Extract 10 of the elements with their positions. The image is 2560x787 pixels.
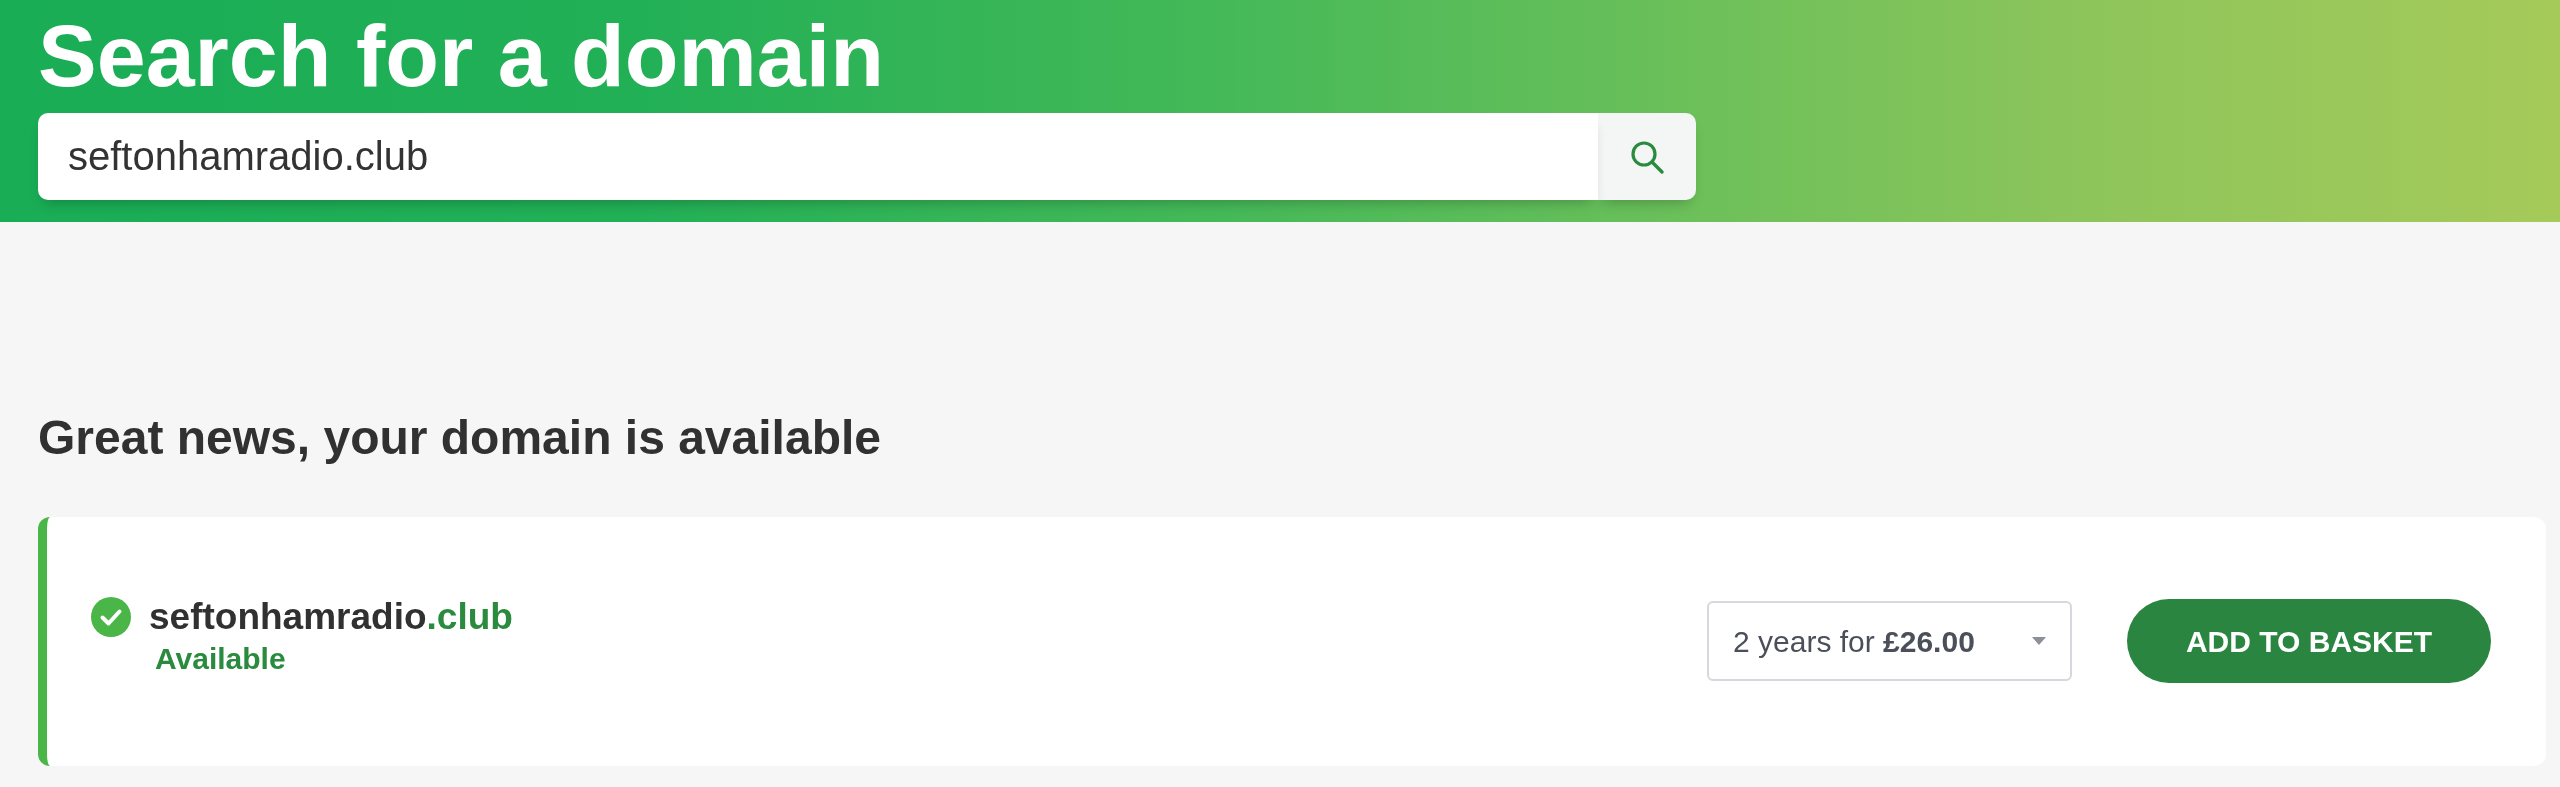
results-heading: Great news, your domain is available xyxy=(38,410,882,466)
term-select[interactable]: 2 years for £26.00 xyxy=(1707,601,2072,682)
page-title: Search for a domain xyxy=(38,12,885,100)
search-button[interactable] xyxy=(1597,113,1696,200)
search-field[interactable]: seftonhamradio.club xyxy=(38,113,1598,200)
availability-status: Available xyxy=(155,641,287,678)
caret-icon xyxy=(2032,637,2046,646)
search-icon xyxy=(1628,138,1665,175)
domain-name: seftonhamradio.club xyxy=(149,594,513,639)
add-to-basket-button[interactable]: ADD TO BASKET xyxy=(2127,599,2491,684)
